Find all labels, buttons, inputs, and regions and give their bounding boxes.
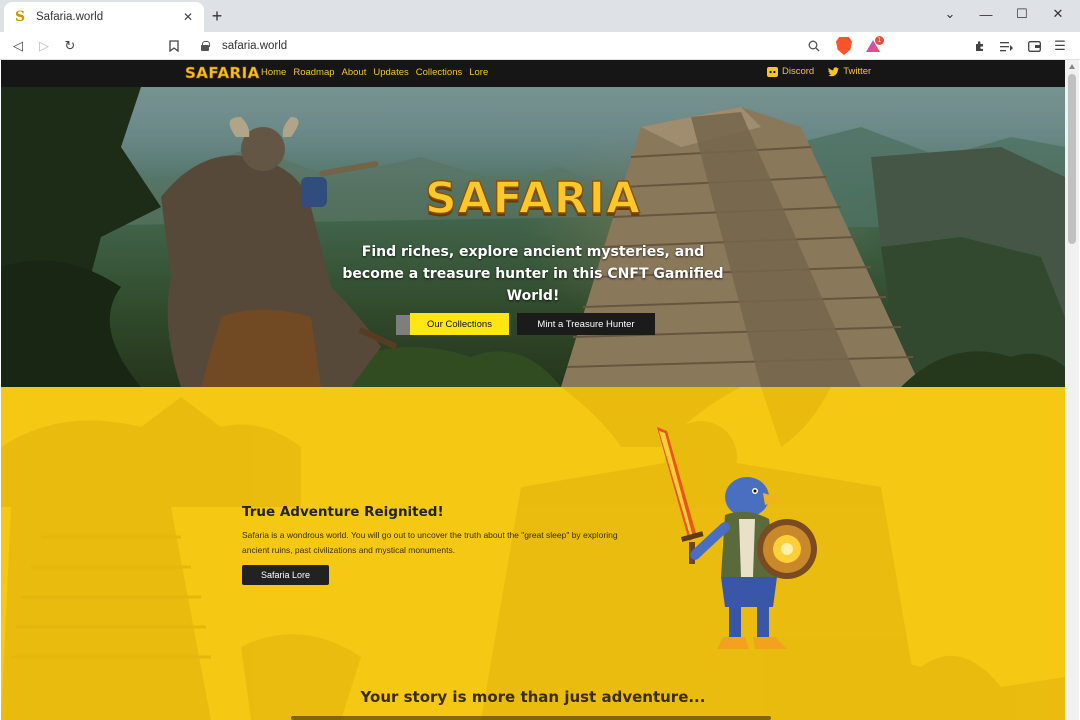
page-scrollbar[interactable] — [1065, 60, 1079, 720]
forward-icon[interactable]: ▷ — [34, 36, 54, 56]
hero-section: SAFARIA Find riches, explore ancient mys… — [1, 87, 1065, 387]
social-links: Discord Twitter — [767, 66, 885, 77]
brave-shields-icon[interactable] — [836, 37, 852, 55]
adventure-title: True Adventure Reignited! — [242, 504, 444, 520]
browser-tab[interactable]: S Safaria.world ✕ — [4, 2, 204, 32]
hero-title: SAFARIA — [424, 172, 642, 224]
eagle-warrior-illustration — [657, 427, 817, 649]
reload-icon[interactable]: ↻ — [60, 36, 80, 56]
maximize-button[interactable]: ☐ — [1004, 0, 1040, 28]
tab-close-icon[interactable]: ✕ — [180, 9, 196, 25]
search-zoom-icon[interactable] — [804, 36, 824, 56]
our-collections-button[interactable]: Our Collections — [410, 313, 509, 335]
bookmark-icon[interactable] — [164, 36, 184, 56]
scroll-up-arrow-icon[interactable] — [1068, 63, 1076, 71]
chevron-down-icon[interactable]: ⌄ — [932, 0, 968, 28]
scrollbar-thumb[interactable] — [1068, 74, 1076, 244]
wallet-icon[interactable] — [1024, 36, 1044, 56]
nav-link-lore[interactable]: Lore — [469, 67, 488, 78]
minimize-button[interactable]: — — [968, 0, 1004, 28]
page-viewport: SAFARIA Home Roadmap About Updates Colle… — [1, 60, 1065, 720]
menu-icon[interactable]: ☰ — [1050, 36, 1070, 56]
new-tab-button[interactable]: + — [208, 7, 226, 26]
adventure-section: True Adventure Reignited! Safaria is a w… — [1, 387, 1065, 720]
back-icon[interactable]: ◁ — [8, 36, 28, 56]
hero-subtitle: Find riches, explore ancient mysteries, … — [342, 244, 724, 304]
safaria-lore-button[interactable]: Safaria Lore — [242, 565, 329, 585]
twitter-icon — [828, 66, 840, 76]
media-playlist-icon[interactable] — [996, 36, 1016, 56]
tab-strip: S Safaria.world ✕ + ⌄ — ☐ ✕ — [0, 0, 1080, 32]
tab-title: Safaria.world — [36, 11, 104, 23]
brave-rewards-icon[interactable]: 1 — [866, 36, 884, 54]
story-text-preview — [291, 716, 771, 720]
hero-overlay — [1, 87, 1065, 387]
browser-toolbar: ◁ ▷ ↻ safaria.world 1 ☰ — [0, 32, 1080, 60]
twitter-link[interactable]: Twitter — [828, 66, 871, 77]
nav-link-collections[interactable]: Collections — [416, 67, 462, 78]
discord-link[interactable]: Discord — [767, 66, 814, 77]
nav-link-about[interactable]: About — [342, 67, 367, 78]
nav-links: Home Roadmap About Updates Collections L… — [261, 67, 495, 78]
nav-link-home[interactable]: Home — [261, 67, 286, 78]
adventure-body: Safaria is a wondrous world. You will go… — [242, 530, 618, 555]
close-window-button[interactable]: ✕ — [1040, 0, 1076, 28]
twitter-label: Twitter — [843, 66, 872, 77]
discord-label: Discord — [782, 66, 815, 77]
site-logo[interactable]: SAFARIA — [185, 64, 260, 83]
lock-icon — [200, 41, 210, 51]
mint-treasure-hunter-button[interactable]: Mint a Treasure Hunter — [517, 313, 655, 335]
extensions-icon[interactable] — [970, 36, 990, 56]
address-bar[interactable]: safaria.world — [192, 35, 832, 57]
url-text: safaria.world — [222, 40, 288, 52]
nav-link-updates[interactable]: Updates — [373, 67, 408, 78]
nav-link-roadmap[interactable]: Roadmap — [293, 67, 334, 78]
safaria-favicon-icon: S — [14, 9, 26, 25]
discord-icon — [767, 66, 778, 77]
site-navbar: SAFARIA Home Roadmap About Updates Colle… — [1, 60, 1065, 87]
story-title: Your story is more than just adventure..… — [360, 688, 706, 706]
